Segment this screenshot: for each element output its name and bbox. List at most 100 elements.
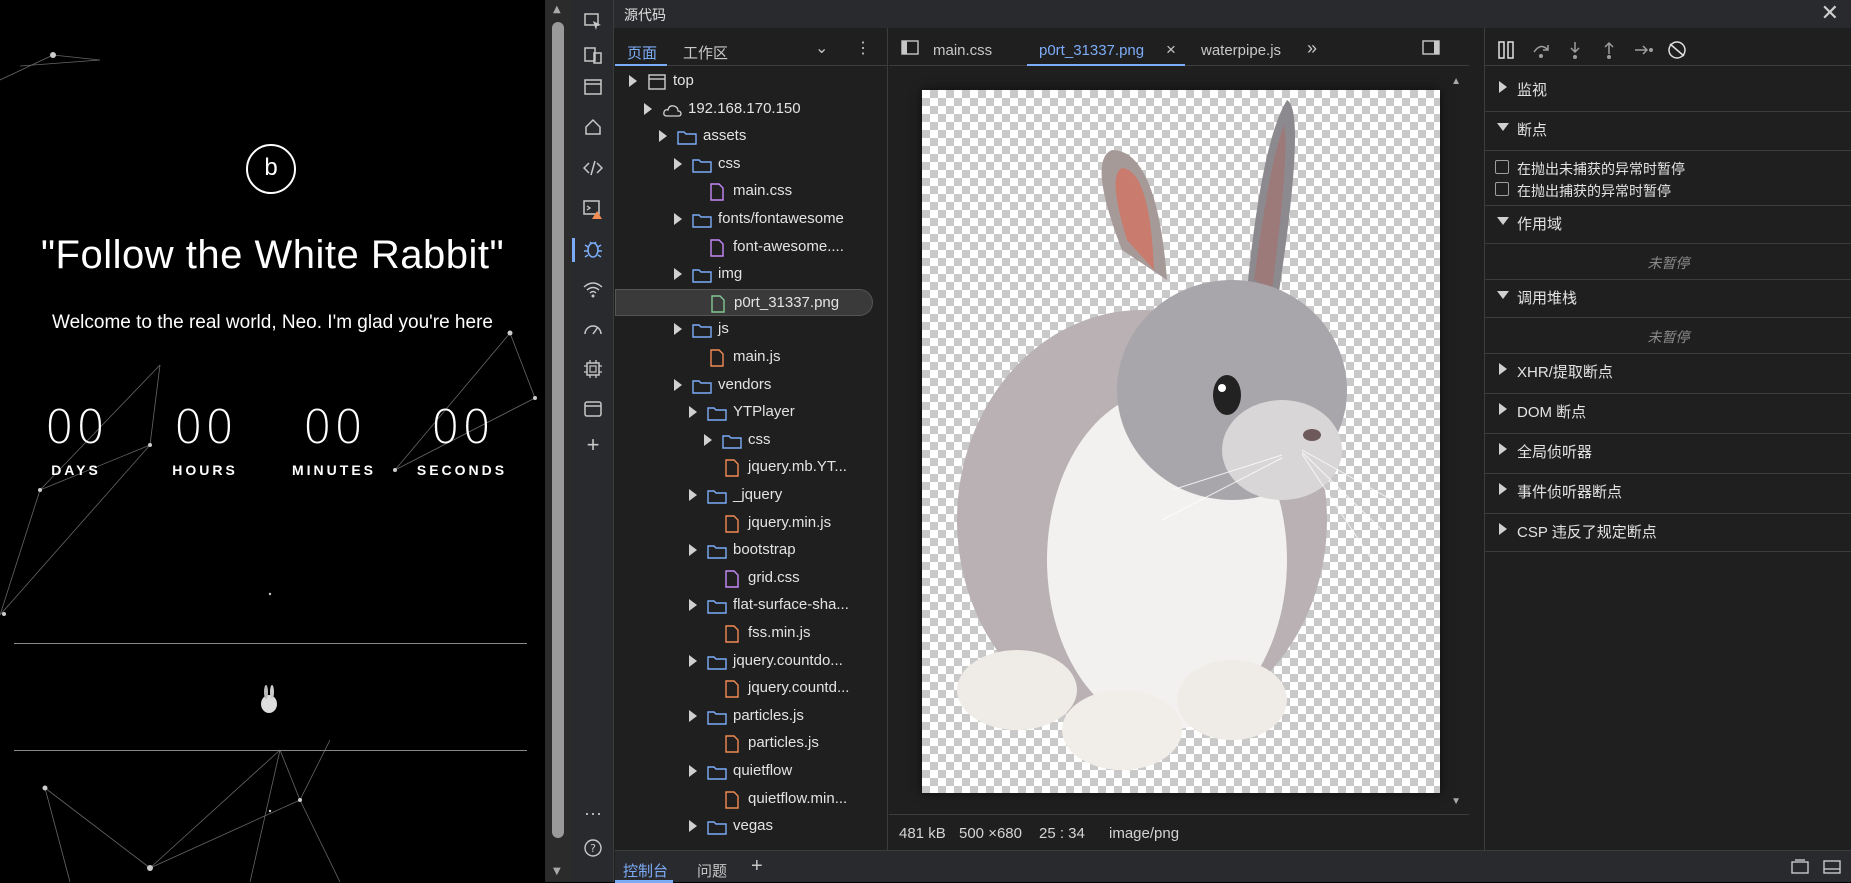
pause-caught-checkbox[interactable]: 在抛出捕获的异常时暂停	[1485, 178, 1851, 200]
expand-arrow-icon[interactable]	[689, 489, 697, 501]
scroll-up-arrow-icon[interactable]: ▲	[553, 4, 561, 15]
expand-arrow-icon[interactable]	[659, 130, 667, 143]
tab-workspace[interactable]: 工作区	[683, 42, 728, 63]
scroll-down-arrow-icon[interactable]: ▼	[1451, 796, 1461, 807]
tree-row[interactable]: _jquery	[615, 482, 873, 509]
deactivate-breakpoints-icon[interactable]	[1667, 40, 1687, 65]
tree-row[interactable]: css	[615, 151, 873, 178]
section-global-listeners[interactable]: 全局侦听器	[1485, 433, 1851, 463]
tree-row[interactable]: vegas	[615, 813, 873, 840]
tree-row[interactable]: js	[615, 316, 873, 343]
tree-row[interactable]: jquery.countdo...	[615, 648, 873, 675]
performance-gauge-icon[interactable]	[582, 318, 604, 340]
expand-arrow-icon[interactable]	[629, 75, 637, 87]
scroll-up-arrow-icon[interactable]: ▲	[1451, 76, 1461, 87]
scroll-down-arrow-icon[interactable]: ▼	[553, 866, 561, 877]
tree-row[interactable]: bootstrap	[615, 537, 873, 564]
editor-tab-main-css[interactable]: main.css	[933, 42, 992, 59]
sources-bug-icon[interactable]	[582, 238, 604, 260]
more-options-icon[interactable]: ···	[582, 802, 604, 824]
tree-row[interactable]: assets	[615, 123, 873, 150]
tree-row[interactable]: jquery.min.js	[615, 510, 873, 537]
console-warning-icon[interactable]	[582, 198, 604, 220]
expand-arrow-icon[interactable]	[689, 654, 697, 667]
section-breakpoints[interactable]: 断点	[1485, 111, 1851, 141]
page-scrollbar-thumb[interactable]	[552, 22, 564, 838]
section-csp-breakpoints[interactable]: CSP 违反了规定断点	[1485, 513, 1851, 543]
tree-row[interactable]: vendors	[615, 372, 873, 399]
tree-row[interactable]: flat-surface-sha...	[615, 592, 873, 619]
expand-arrow-icon[interactable]	[689, 765, 697, 777]
editor-tab-waterpipe-js[interactable]: waterpipe.js	[1201, 42, 1281, 59]
expand-arrow-icon[interactable]	[689, 544, 697, 557]
expand-arrow-icon[interactable]	[689, 709, 697, 722]
tree-row[interactable]: main.js	[615, 344, 873, 371]
close-tab-icon[interactable]: ×	[1166, 40, 1176, 60]
section-xhr-breakpoints[interactable]: XHR/提取断点	[1485, 353, 1851, 383]
pause-uncaught-checkbox[interactable]: 在抛出未捕获的异常时暂停	[1485, 156, 1851, 178]
expand-arrow-icon[interactable]	[674, 213, 682, 225]
memory-chip-icon[interactable]	[582, 358, 604, 380]
section-dom-breakpoints[interactable]: DOM 断点	[1485, 393, 1851, 423]
rabbit-web-page: b "Follow the White Rabbit" Welcome to t…	[0, 0, 545, 882]
expand-arrow-icon[interactable]	[674, 378, 682, 391]
tab-page[interactable]: 页面	[627, 42, 657, 63]
more-vertical-icon[interactable]: ⋮	[855, 38, 871, 58]
section-scope[interactable]: 作用域	[1485, 205, 1851, 235]
device-toolbar-icon[interactable]	[582, 45, 604, 67]
step-into-icon[interactable]	[1565, 40, 1585, 65]
expand-arrow-icon[interactable]	[689, 820, 697, 833]
section-call-stack[interactable]: 调用堆栈	[1485, 279, 1851, 309]
step-over-icon[interactable]	[1531, 40, 1551, 65]
chevron-down-icon[interactable]: ⌄	[815, 38, 828, 58]
expand-arrow-icon[interactable]	[689, 599, 697, 612]
tree-row[interactable]: grid.css	[615, 565, 873, 592]
help-icon[interactable]: ?	[582, 838, 604, 860]
inspect-element-icon[interactable]	[582, 12, 604, 34]
section-event-listener-breakpoints[interactable]: 事件侦听器断点	[1485, 473, 1851, 503]
expand-arrow-icon[interactable]	[689, 406, 697, 419]
expand-arrow-icon[interactable]	[674, 157, 682, 170]
tree-row[interactable]: 192.168.170.150	[615, 96, 873, 123]
tree-row[interactable]: jquery.countd...	[615, 675, 873, 702]
home-icon[interactable]	[582, 117, 604, 139]
tree-row[interactable]: font-awesome....	[615, 234, 873, 261]
tree-row[interactable]: main.css	[615, 178, 873, 205]
dock-drawer-icon[interactable]	[1791, 859, 1809, 879]
tree-row[interactable]: jquery.mb.YT...	[615, 454, 873, 481]
tree-row[interactable]: p0rt_31337.png	[615, 288, 873, 316]
tree-row[interactable]: particles.js	[615, 703, 873, 730]
expand-arrow-icon[interactable]	[674, 268, 682, 281]
network-wifi-icon[interactable]	[582, 278, 604, 300]
tree-row[interactable]: fss.min.js	[615, 620, 873, 647]
elements-panel-icon[interactable]	[582, 77, 604, 99]
expand-arrow-icon[interactable]	[704, 433, 712, 446]
add-panel-icon[interactable]: +	[582, 434, 604, 456]
tree-row[interactable]: quietflow.min...	[615, 786, 873, 813]
toggle-debugger-icon[interactable]	[1422, 40, 1440, 60]
page-scrollbar[interactable]: ▲ ▼	[545, 0, 572, 882]
tree-row[interactable]: img	[615, 261, 873, 288]
tree-row[interactable]: top	[615, 68, 873, 95]
tree-row[interactable]: css	[615, 427, 873, 454]
step-out-icon[interactable]	[1599, 40, 1619, 65]
section-watch[interactable]: 监视	[1485, 72, 1851, 102]
close-icon[interactable]: ✕	[1821, 0, 1839, 26]
editor-tab-png[interactable]: p0rt_31337.png	[1039, 42, 1144, 59]
tree-row[interactable]: fonts/fontawesome	[615, 206, 873, 233]
expand-arrow-icon[interactable]	[674, 323, 682, 336]
code-icon[interactable]	[582, 158, 604, 180]
add-drawer-tab-icon[interactable]: +	[751, 855, 763, 878]
drawer-tab-issues[interactable]: 问题	[697, 860, 727, 881]
application-panel-icon[interactable]	[582, 398, 604, 420]
expand-arrow-icon[interactable]	[644, 102, 652, 115]
tree-row[interactable]: quietflow	[615, 758, 873, 785]
drawer-tab-console[interactable]: 控制台	[623, 860, 668, 881]
tree-row[interactable]: YTPlayer	[615, 399, 873, 426]
tree-row[interactable]: particles.js	[615, 730, 873, 757]
toggle-navigator-icon[interactable]	[901, 40, 919, 60]
pause-icon[interactable]	[1497, 40, 1515, 65]
step-icon[interactable]	[1633, 40, 1655, 65]
more-tabs-chevron-icon[interactable]: »	[1307, 38, 1317, 59]
close-drawer-icon[interactable]	[1823, 859, 1841, 879]
